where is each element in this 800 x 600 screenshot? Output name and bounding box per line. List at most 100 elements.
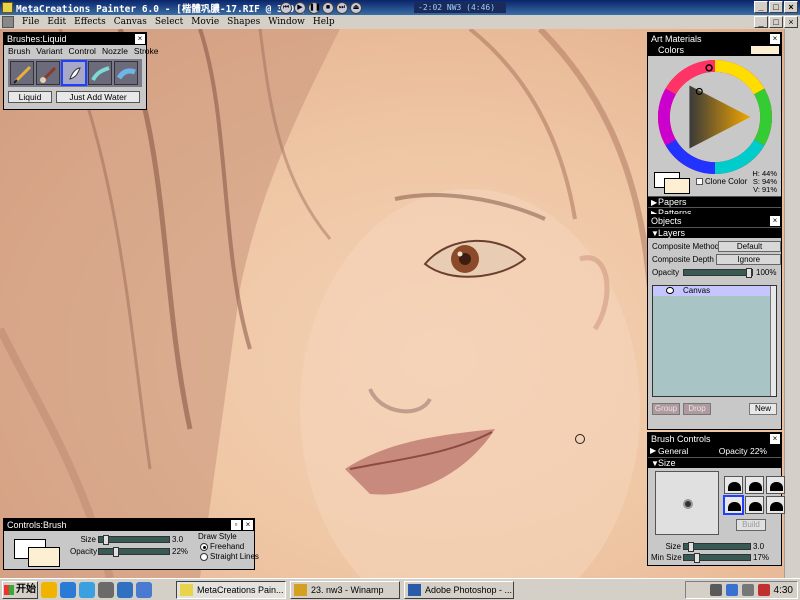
drop-button[interactable]: Drop — [683, 403, 711, 415]
layers-section-header[interactable]: ▼ Layers — [648, 227, 781, 238]
art-materials-close-icon[interactable]: × — [770, 34, 780, 44]
quicklaunch-app-icon[interactable] — [117, 581, 133, 598]
quicklaunch-info-icon[interactable] — [136, 581, 152, 598]
layer-opacity-slider[interactable] — [683, 268, 753, 278]
controls-opacity-slider[interactable] — [98, 547, 170, 557]
tray-volume-icon[interactable] — [741, 584, 754, 596]
brush-tip-5-icon[interactable] — [745, 496, 764, 514]
quicklaunch-browser-icon[interactable] — [41, 581, 57, 598]
bc-min-size-knob[interactable] — [694, 553, 700, 563]
menu-edit[interactable]: Edit — [43, 17, 70, 27]
winamp-prev-icon[interactable]: ⏮ — [280, 1, 292, 14]
straight-lines-option[interactable]: Straight Lines — [200, 552, 259, 561]
taskbar-photoshop-button[interactable]: Adobe Photoshop - ... — [404, 580, 514, 599]
brush-tip-3-icon[interactable] — [766, 476, 785, 494]
doc-minimize-button[interactable]: _ — [754, 16, 768, 28]
minimize-button[interactable]: _ — [754, 1, 768, 13]
freehand-option[interactable]: Freehand — [200, 542, 244, 551]
controls-primary-color[interactable] — [28, 547, 60, 567]
airbrush-icon[interactable] — [114, 61, 138, 85]
brush-category-select[interactable]: Liquid — [8, 91, 52, 103]
layer-item-canvas[interactable]: Canvas — [653, 286, 776, 296]
brush-variant-select[interactable]: Just Add Water — [56, 91, 140, 103]
controls-brush-title[interactable]: Controls:Brush ▫ × — [4, 519, 254, 531]
pencil-brush-icon[interactable] — [10, 61, 34, 85]
taskbar-painter-button[interactable]: MetaCreations Pain... — [176, 580, 286, 599]
document-system-icon[interactable] — [2, 16, 14, 28]
menu-movie[interactable]: Movie — [187, 17, 223, 27]
size-section-header[interactable]: ▼ Size — [648, 457, 781, 468]
layer-opacity-knob[interactable] — [746, 268, 752, 278]
menu-effects[interactable]: Effects — [70, 17, 110, 27]
liquid-brush-icon[interactable] — [61, 60, 87, 86]
clone-color-checkbox[interactable] — [696, 178, 703, 185]
winamp-pause-icon[interactable]: ❚❚ — [308, 1, 321, 14]
menu-select[interactable]: Select — [151, 17, 187, 27]
menu-canvas[interactable]: Canvas — [110, 17, 151, 27]
new-layer-button[interactable]: New — [749, 403, 777, 415]
taskbar-winamp-button[interactable]: 23. nw3 - Winamp — [290, 580, 400, 599]
group-button[interactable]: Group — [652, 403, 680, 415]
objects-title[interactable]: Objects × — [648, 215, 781, 227]
layer-list-scrollbar[interactable] — [770, 286, 776, 396]
layer-list[interactable]: Canvas — [652, 285, 777, 397]
brushes-palette-title[interactable]: Brushes:Liquid × — [4, 33, 146, 45]
brushes-menu-variant[interactable]: Variant — [34, 46, 66, 56]
build-button[interactable]: Build — [736, 519, 766, 531]
bc-size-knob[interactable] — [688, 542, 694, 552]
brush-tool-icon[interactable] — [36, 61, 60, 85]
start-button[interactable]: 开始 — [2, 580, 38, 599]
brushes-menu-nozzle[interactable]: Nozzle — [100, 46, 132, 56]
doc-restore-button[interactable]: □ — [769, 16, 783, 28]
composite-depth-select[interactable]: Ignore — [716, 254, 781, 265]
winamp-eject-icon[interactable]: ⏏ — [350, 1, 362, 14]
brush-tip-4-icon[interactable] — [723, 495, 744, 515]
close-button[interactable]: × — [784, 1, 798, 13]
painter-app-icon[interactable] — [2, 2, 13, 13]
brush-tip-6-icon[interactable] — [766, 496, 785, 514]
controls-size-slider[interactable] — [98, 535, 170, 545]
bc-min-size-slider[interactable] — [683, 553, 751, 563]
brushes-menu-stroke[interactable]: Stroke — [132, 46, 163, 56]
brushes-palette-close-icon[interactable]: × — [135, 34, 145, 44]
brushes-menu-control[interactable]: Control — [67, 46, 100, 56]
winamp-play-icon[interactable]: ▶ — [294, 1, 306, 14]
water-brush-icon[interactable] — [88, 61, 112, 85]
controls-brush-close-icon[interactable]: × — [243, 520, 253, 530]
controls-size-knob[interactable] — [103, 535, 109, 545]
maximize-button[interactable]: □ — [769, 1, 783, 13]
freehand-radio[interactable] — [200, 542, 208, 551]
menu-window[interactable]: Window — [264, 17, 309, 27]
menu-shapes[interactable]: Shapes — [223, 17, 264, 27]
brushes-menu-brush[interactable]: Brush — [6, 46, 34, 56]
art-materials-title[interactable]: Art Materials × — [648, 33, 781, 45]
winamp-stop-icon[interactable]: ■ — [322, 1, 334, 14]
brush-controls-title[interactable]: Brush Controls × — [648, 433, 781, 445]
quicklaunch-outlook-icon[interactable] — [79, 581, 95, 598]
menu-help[interactable]: Help — [309, 17, 339, 27]
composite-method-select[interactable]: Default — [718, 241, 781, 252]
controls-brush-resize-icon[interactable]: ▫ — [231, 520, 241, 530]
menu-file[interactable]: File — [18, 17, 43, 27]
colors-section-header[interactable]: Colors — [648, 45, 781, 56]
bc-size-slider[interactable] — [683, 542, 751, 552]
brush-tip-2-icon[interactable] — [745, 476, 764, 494]
primary-color-swatch[interactable] — [664, 178, 690, 194]
straight-lines-radio[interactable] — [200, 552, 208, 561]
objects-close-icon[interactable]: × — [770, 216, 780, 226]
quicklaunch-desktop-icon[interactable] — [98, 581, 114, 598]
tray-network-icon[interactable] — [709, 584, 722, 596]
tray-app-icon[interactable] — [757, 584, 770, 596]
hue-ring[interactable] — [656, 58, 774, 176]
quicklaunch-ie-icon[interactable] — [60, 581, 76, 598]
general-section-header[interactable]: ▶ General Opacity 22% — [648, 445, 781, 457]
winamp-next-icon[interactable]: ⏭ — [336, 1, 348, 14]
canvas-vertical-scrollbar[interactable] — [784, 29, 800, 578]
papers-section-header[interactable]: ▶ Papers — [648, 196, 781, 207]
brush-tip-1-icon[interactable] — [724, 476, 743, 494]
brush-controls-close-icon[interactable]: × — [770, 434, 780, 444]
tray-ie-icon[interactable] — [725, 584, 738, 596]
layer-visibility-eye-icon[interactable] — [666, 287, 674, 294]
doc-close-button[interactable]: × — [784, 16, 798, 28]
controls-opacity-knob[interactable] — [113, 547, 119, 557]
